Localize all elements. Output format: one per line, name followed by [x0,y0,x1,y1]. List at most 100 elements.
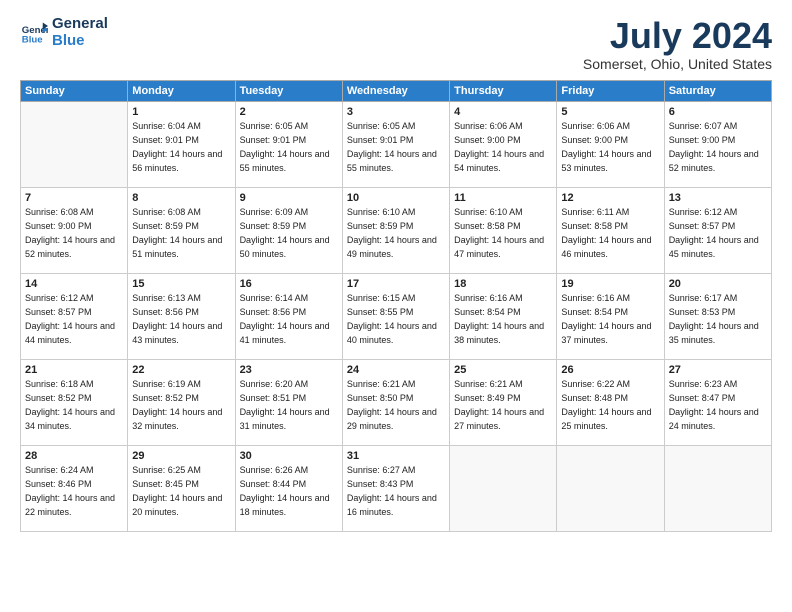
day-info: Sunrise: 6:12 AMSunset: 8:57 PMDaylight:… [25,293,115,344]
day-number: 8 [132,191,230,206]
calendar-table: Sunday Monday Tuesday Wednesday Thursday… [20,80,772,532]
day-number: 26 [561,363,659,378]
day-number: 24 [347,363,445,378]
day-info: Sunrise: 6:10 AMSunset: 8:58 PMDaylight:… [454,207,544,258]
calendar-cell [664,445,771,531]
day-number: 9 [240,191,338,206]
day-number: 2 [240,105,338,120]
title-block: July 2024 Somerset, Ohio, United States [583,16,772,72]
col-tuesday: Tuesday [235,80,342,101]
calendar-cell: 29Sunrise: 6:25 AMSunset: 8:45 PMDayligh… [128,445,235,531]
header: General Blue General Blue July 2024 Some… [20,16,772,72]
col-friday: Friday [557,80,664,101]
logo: General Blue General Blue [20,16,108,49]
svg-text:Blue: Blue [22,34,43,45]
day-number: 29 [132,449,230,464]
calendar-cell: 3Sunrise: 6:05 AMSunset: 9:01 PMDaylight… [342,101,449,187]
day-number: 7 [25,191,123,206]
day-info: Sunrise: 6:16 AMSunset: 8:54 PMDaylight:… [561,293,651,344]
day-info: Sunrise: 6:08 AMSunset: 9:00 PMDaylight:… [25,207,115,258]
day-info: Sunrise: 6:26 AMSunset: 8:44 PMDaylight:… [240,465,330,516]
week-row-3: 14Sunrise: 6:12 AMSunset: 8:57 PMDayligh… [21,273,772,359]
day-info: Sunrise: 6:20 AMSunset: 8:51 PMDaylight:… [240,379,330,430]
calendar-cell: 7Sunrise: 6:08 AMSunset: 9:00 PMDaylight… [21,187,128,273]
day-info: Sunrise: 6:11 AMSunset: 8:58 PMDaylight:… [561,207,651,258]
day-info: Sunrise: 6:08 AMSunset: 8:59 PMDaylight:… [132,207,222,258]
calendar-cell: 27Sunrise: 6:23 AMSunset: 8:47 PMDayligh… [664,359,771,445]
calendar-cell [450,445,557,531]
calendar-page: General Blue General Blue July 2024 Some… [0,0,792,612]
calendar-cell: 2Sunrise: 6:05 AMSunset: 9:01 PMDaylight… [235,101,342,187]
day-number: 27 [669,363,767,378]
day-info: Sunrise: 6:17 AMSunset: 8:53 PMDaylight:… [669,293,759,344]
day-info: Sunrise: 6:23 AMSunset: 8:47 PMDaylight:… [669,379,759,430]
day-number: 5 [561,105,659,120]
day-number: 17 [347,277,445,292]
day-number: 3 [347,105,445,120]
day-info: Sunrise: 6:12 AMSunset: 8:57 PMDaylight:… [669,207,759,258]
day-info: Sunrise: 6:09 AMSunset: 8:59 PMDaylight:… [240,207,330,258]
day-info: Sunrise: 6:19 AMSunset: 8:52 PMDaylight:… [132,379,222,430]
day-number: 28 [25,449,123,464]
day-number: 22 [132,363,230,378]
calendar-cell: 14Sunrise: 6:12 AMSunset: 8:57 PMDayligh… [21,273,128,359]
calendar-cell: 18Sunrise: 6:16 AMSunset: 8:54 PMDayligh… [450,273,557,359]
calendar-cell: 17Sunrise: 6:15 AMSunset: 8:55 PMDayligh… [342,273,449,359]
day-info: Sunrise: 6:21 AMSunset: 8:50 PMDaylight:… [347,379,437,430]
calendar-cell: 24Sunrise: 6:21 AMSunset: 8:50 PMDayligh… [342,359,449,445]
day-info: Sunrise: 6:18 AMSunset: 8:52 PMDaylight:… [25,379,115,430]
calendar-cell: 12Sunrise: 6:11 AMSunset: 8:58 PMDayligh… [557,187,664,273]
day-number: 1 [132,105,230,120]
col-saturday: Saturday [664,80,771,101]
day-info: Sunrise: 6:14 AMSunset: 8:56 PMDaylight:… [240,293,330,344]
day-number: 16 [240,277,338,292]
day-number: 31 [347,449,445,464]
day-info: Sunrise: 6:06 AMSunset: 9:00 PMDaylight:… [454,121,544,172]
day-info: Sunrise: 6:22 AMSunset: 8:48 PMDaylight:… [561,379,651,430]
week-row-5: 28Sunrise: 6:24 AMSunset: 8:46 PMDayligh… [21,445,772,531]
calendar-cell: 15Sunrise: 6:13 AMSunset: 8:56 PMDayligh… [128,273,235,359]
day-number: 23 [240,363,338,378]
day-number: 4 [454,105,552,120]
day-number: 20 [669,277,767,292]
day-info: Sunrise: 6:27 AMSunset: 8:43 PMDaylight:… [347,465,437,516]
calendar-cell [557,445,664,531]
calendar-cell: 21Sunrise: 6:18 AMSunset: 8:52 PMDayligh… [21,359,128,445]
calendar-cell: 28Sunrise: 6:24 AMSunset: 8:46 PMDayligh… [21,445,128,531]
day-info: Sunrise: 6:16 AMSunset: 8:54 PMDaylight:… [454,293,544,344]
calendar-cell: 10Sunrise: 6:10 AMSunset: 8:59 PMDayligh… [342,187,449,273]
col-monday: Monday [128,80,235,101]
day-number: 19 [561,277,659,292]
day-info: Sunrise: 6:24 AMSunset: 8:46 PMDaylight:… [25,465,115,516]
day-info: Sunrise: 6:05 AMSunset: 9:01 PMDaylight:… [240,121,330,172]
week-row-1: 1Sunrise: 6:04 AMSunset: 9:01 PMDaylight… [21,101,772,187]
calendar-cell: 31Sunrise: 6:27 AMSunset: 8:43 PMDayligh… [342,445,449,531]
day-number: 11 [454,191,552,206]
day-number: 14 [25,277,123,292]
location: Somerset, Ohio, United States [583,56,772,72]
calendar-cell: 5Sunrise: 6:06 AMSunset: 9:00 PMDaylight… [557,101,664,187]
day-number: 15 [132,277,230,292]
day-info: Sunrise: 6:04 AMSunset: 9:01 PMDaylight:… [132,121,222,172]
logo-blue: Blue [52,33,108,50]
day-info: Sunrise: 6:06 AMSunset: 9:00 PMDaylight:… [561,121,651,172]
week-row-2: 7Sunrise: 6:08 AMSunset: 9:00 PMDaylight… [21,187,772,273]
calendar-cell: 8Sunrise: 6:08 AMSunset: 8:59 PMDaylight… [128,187,235,273]
calendar-cell: 23Sunrise: 6:20 AMSunset: 8:51 PMDayligh… [235,359,342,445]
day-info: Sunrise: 6:21 AMSunset: 8:49 PMDaylight:… [454,379,544,430]
day-number: 6 [669,105,767,120]
week-row-4: 21Sunrise: 6:18 AMSunset: 8:52 PMDayligh… [21,359,772,445]
col-sunday: Sunday [21,80,128,101]
calendar-cell: 30Sunrise: 6:26 AMSunset: 8:44 PMDayligh… [235,445,342,531]
day-info: Sunrise: 6:05 AMSunset: 9:01 PMDaylight:… [347,121,437,172]
day-info: Sunrise: 6:25 AMSunset: 8:45 PMDaylight:… [132,465,222,516]
calendar-cell: 22Sunrise: 6:19 AMSunset: 8:52 PMDayligh… [128,359,235,445]
header-row: Sunday Monday Tuesday Wednesday Thursday… [21,80,772,101]
calendar-cell: 11Sunrise: 6:10 AMSunset: 8:58 PMDayligh… [450,187,557,273]
day-info: Sunrise: 6:10 AMSunset: 8:59 PMDaylight:… [347,207,437,258]
calendar-cell: 16Sunrise: 6:14 AMSunset: 8:56 PMDayligh… [235,273,342,359]
col-thursday: Thursday [450,80,557,101]
logo-icon: General Blue [20,19,48,47]
day-number: 30 [240,449,338,464]
day-number: 13 [669,191,767,206]
